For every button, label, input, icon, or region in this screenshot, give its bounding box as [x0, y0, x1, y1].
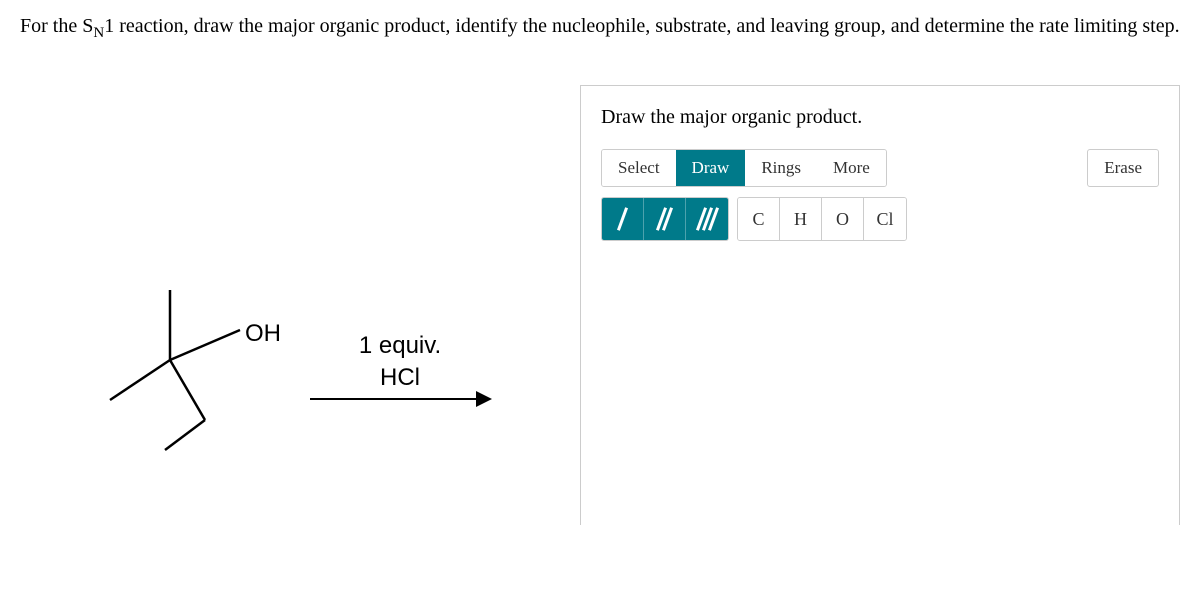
- carbon-button[interactable]: C: [738, 198, 780, 240]
- single-bond-icon: [621, 207, 624, 231]
- double-bond-button[interactable]: [644, 198, 686, 240]
- panel-title: Draw the major organic product.: [601, 106, 1159, 129]
- main-toolbar: Select Draw Rings More Erase: [601, 149, 1159, 187]
- reagent-equiv: 1 equiv.: [359, 330, 441, 361]
- mode-group: Select Draw Rings More: [601, 149, 887, 187]
- reaction-scheme: OH 1 equiv. HCl: [70, 275, 490, 455]
- reaction-arrow: [310, 398, 490, 400]
- atom-group: C H O Cl: [737, 197, 907, 241]
- bond-group: [601, 197, 729, 241]
- double-bond-icon: [660, 207, 669, 231]
- triple-bond-icon: [700, 207, 715, 231]
- hydroxyl-label: OH: [245, 320, 281, 348]
- more-button[interactable]: More: [817, 150, 886, 186]
- content-area: OH 1 equiv. HCl Draw the major organic p…: [20, 85, 1180, 525]
- rings-button[interactable]: Rings: [745, 150, 817, 186]
- hydrogen-button[interactable]: H: [780, 198, 822, 240]
- question-text: For the SN1 reaction, draw the major org…: [20, 10, 1180, 45]
- substrate-molecule: OH: [70, 275, 290, 455]
- reaction-arrow-group: 1 equiv. HCl: [310, 330, 490, 399]
- drawing-panel: Draw the major organic product. Select D…: [580, 85, 1180, 525]
- select-button[interactable]: Select: [602, 150, 676, 186]
- question-rest: 1 reaction, draw the major organic produ…: [104, 15, 1179, 37]
- oxygen-button[interactable]: O: [822, 198, 864, 240]
- reagent-formula: HCl: [359, 362, 441, 393]
- molecule-structure: [70, 275, 290, 455]
- reaction-panel: OH 1 equiv. HCl: [20, 85, 540, 525]
- question-subscript: N: [93, 25, 104, 41]
- chlorine-button[interactable]: Cl: [864, 198, 906, 240]
- question-prefix: For the S: [20, 15, 93, 37]
- triple-bond-button[interactable]: [686, 198, 728, 240]
- secondary-toolbar: C H O Cl: [601, 197, 1159, 241]
- erase-button[interactable]: Erase: [1087, 149, 1159, 187]
- reagent-text: 1 equiv. HCl: [359, 330, 441, 392]
- draw-button[interactable]: Draw: [676, 150, 746, 186]
- single-bond-button[interactable]: [602, 198, 644, 240]
